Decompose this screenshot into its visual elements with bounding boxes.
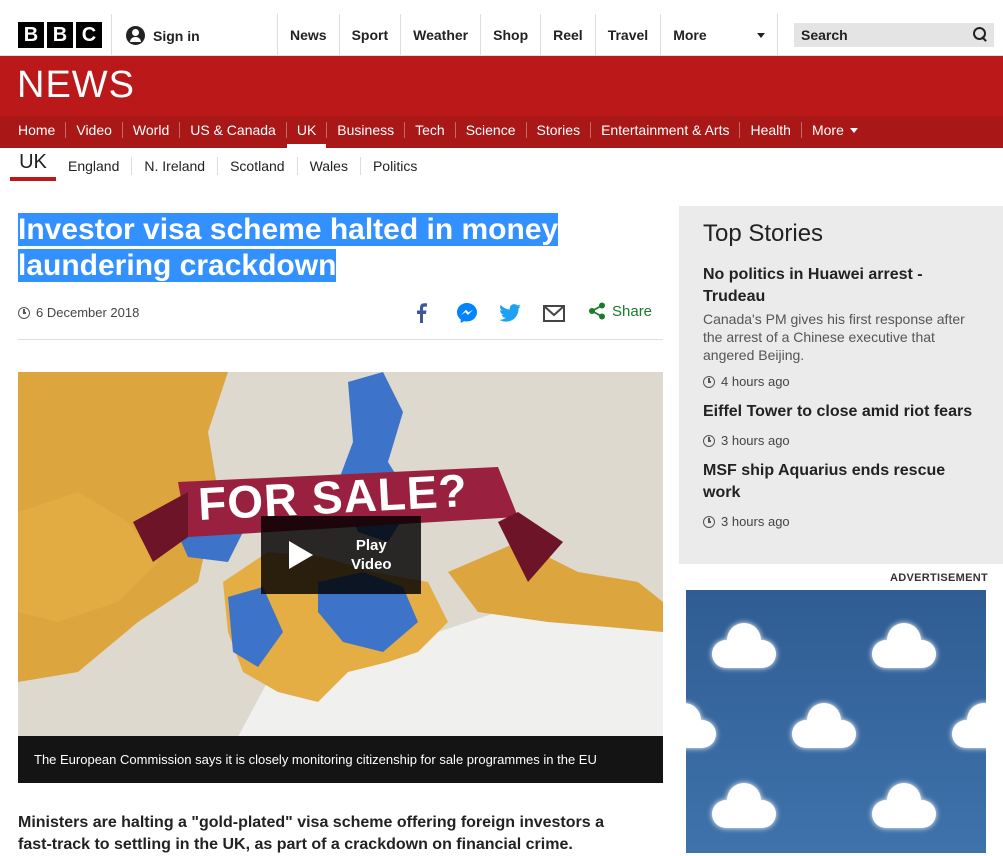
video-caption: The European Commission says it is close…	[18, 736, 663, 783]
logo-letter: B	[18, 22, 44, 48]
sub-nav-item[interactable]: N. Ireland	[132, 157, 219, 175]
story-time-text: 3 hours ago	[721, 433, 790, 448]
share-label: Share	[612, 302, 653, 320]
divider	[18, 339, 663, 340]
story-time: 3 hours ago	[703, 433, 979, 448]
top-stories-panel: Top Stories No politics in Huawei arrest…	[679, 206, 1003, 564]
more-label: More	[811, 122, 844, 138]
chevron-down-icon	[757, 32, 766, 38]
sub-nav-item[interactable]: Scotland	[218, 157, 298, 175]
section-nav-item[interactable]: World	[123, 122, 181, 138]
messenger-icon	[457, 303, 477, 323]
advertisement-label: ADVERTISEMENT	[890, 572, 989, 584]
global-nav-item[interactable]: Sport	[338, 14, 401, 56]
sub-nav-current[interactable]: UK	[10, 148, 56, 181]
twitter-icon	[499, 304, 521, 322]
play-video-button[interactable]: Play Video	[261, 516, 421, 594]
headline-line-2: laundering crackdown	[18, 249, 337, 282]
global-nav-item[interactable]: Travel	[594, 14, 660, 56]
global-header: B B C Sign in News Sport Weather Shop Re…	[0, 0, 1003, 56]
headline-line-1: Investor visa scheme halted in money	[18, 213, 559, 246]
article-lede: Ministers are halting a "gold-plated" vi…	[18, 814, 604, 853]
sub-nav-item[interactable]: Wales	[298, 157, 361, 175]
news-banner: NEWS Home Video World US & Canada UK Bus…	[0, 56, 1003, 148]
search-label: Search	[801, 27, 848, 43]
story-item[interactable]: Eiffel Tower to close amid riot fears 3 …	[703, 401, 979, 448]
story-item[interactable]: No politics in Huawei arrest - Trudeau C…	[703, 264, 979, 389]
global-nav-item[interactable]: Weather	[400, 14, 480, 56]
section-nav-item-active[interactable]: UK	[286, 122, 328, 148]
top-stories-title: Top Stories	[703, 220, 824, 247]
section-nav-item[interactable]: Science	[456, 122, 527, 138]
global-nav-item[interactable]: Shop	[480, 14, 540, 56]
section-nav-more[interactable]: More	[802, 122, 868, 138]
chevron-down-icon	[849, 127, 858, 133]
global-nav-item[interactable]: News	[277, 14, 339, 56]
play-label-line: Video	[351, 556, 392, 573]
story-time: 3 hours ago	[703, 514, 979, 529]
logo-letter: C	[76, 22, 102, 48]
email-icon	[543, 304, 565, 322]
global-nav: News Sport Weather Shop Reel Travel More	[277, 14, 779, 56]
play-label-line: Play	[355, 537, 387, 554]
section-nav-item[interactable]: Home	[8, 122, 67, 138]
play-icon	[289, 541, 313, 569]
global-nav-more[interactable]: More	[660, 14, 779, 56]
clock-icon	[703, 515, 715, 528]
clock-icon	[703, 375, 715, 388]
section-nav-item[interactable]: Business	[327, 122, 406, 138]
share-icon	[589, 302, 605, 320]
messenger-share-button[interactable]	[455, 302, 479, 324]
section-nav-item[interactable]: Health	[740, 122, 802, 138]
signin-label: Sign in	[153, 27, 200, 44]
play-label: Play Video	[351, 536, 392, 574]
advertisement-banner[interactable]	[686, 590, 986, 853]
search-input[interactable]: Search	[794, 23, 994, 47]
email-share-button[interactable]	[542, 302, 566, 324]
article-date: 6 December 2018	[18, 305, 139, 320]
global-nav-item[interactable]: Reel	[540, 14, 595, 56]
clock-icon	[703, 434, 715, 447]
user-icon	[126, 26, 145, 45]
story-title[interactable]: No politics in Huawei arrest - Trudeau	[703, 264, 979, 308]
article-headline: Investor visa scheme halted in money lau…	[18, 212, 618, 284]
signin-button[interactable]: Sign in	[126, 26, 200, 45]
more-label: More	[673, 27, 707, 43]
sub-nav: UK England N. Ireland Scotland Wales Pol…	[0, 148, 1003, 185]
story-time-text: 3 hours ago	[721, 514, 790, 529]
section-nav-item[interactable]: Video	[66, 122, 123, 138]
date-text: 6 December 2018	[36, 305, 140, 320]
sub-nav-item[interactable]: England	[56, 157, 133, 175]
cloud-pattern	[686, 623, 986, 828]
story-title[interactable]: MSF ship Aquarius ends rescue work	[703, 460, 979, 504]
section-nav-item[interactable]: Entertainment & Arts	[591, 122, 741, 138]
section-nav-item[interactable]: Stories	[527, 122, 592, 138]
story-summary: Canada's PM gives his first response aft…	[703, 311, 965, 363]
share-button[interactable]: Share	[588, 302, 652, 320]
divider	[111, 14, 112, 56]
twitter-share-button[interactable]	[498, 302, 522, 324]
news-logo[interactable]: NEWS	[17, 64, 135, 107]
story-time: 4 hours ago	[703, 374, 979, 389]
facebook-share-button[interactable]	[410, 302, 432, 324]
story-item[interactable]: MSF ship Aquarius ends rescue work 3 hou…	[703, 460, 979, 529]
facebook-icon	[417, 303, 427, 323]
clock-icon	[18, 306, 30, 319]
story-time-text: 4 hours ago	[721, 374, 790, 389]
section-nav-item[interactable]: Tech	[405, 122, 456, 138]
section-nav: Home Video World US & Canada UK Business…	[8, 112, 868, 148]
sub-nav-item[interactable]: Politics	[361, 157, 429, 175]
section-nav-item[interactable]: US & Canada	[180, 122, 287, 138]
bbc-logo[interactable]: B B C	[18, 22, 102, 48]
logo-letter: B	[47, 22, 73, 48]
search-icon[interactable]	[973, 27, 987, 41]
story-title[interactable]: Eiffel Tower to close amid riot fears	[703, 401, 979, 423]
